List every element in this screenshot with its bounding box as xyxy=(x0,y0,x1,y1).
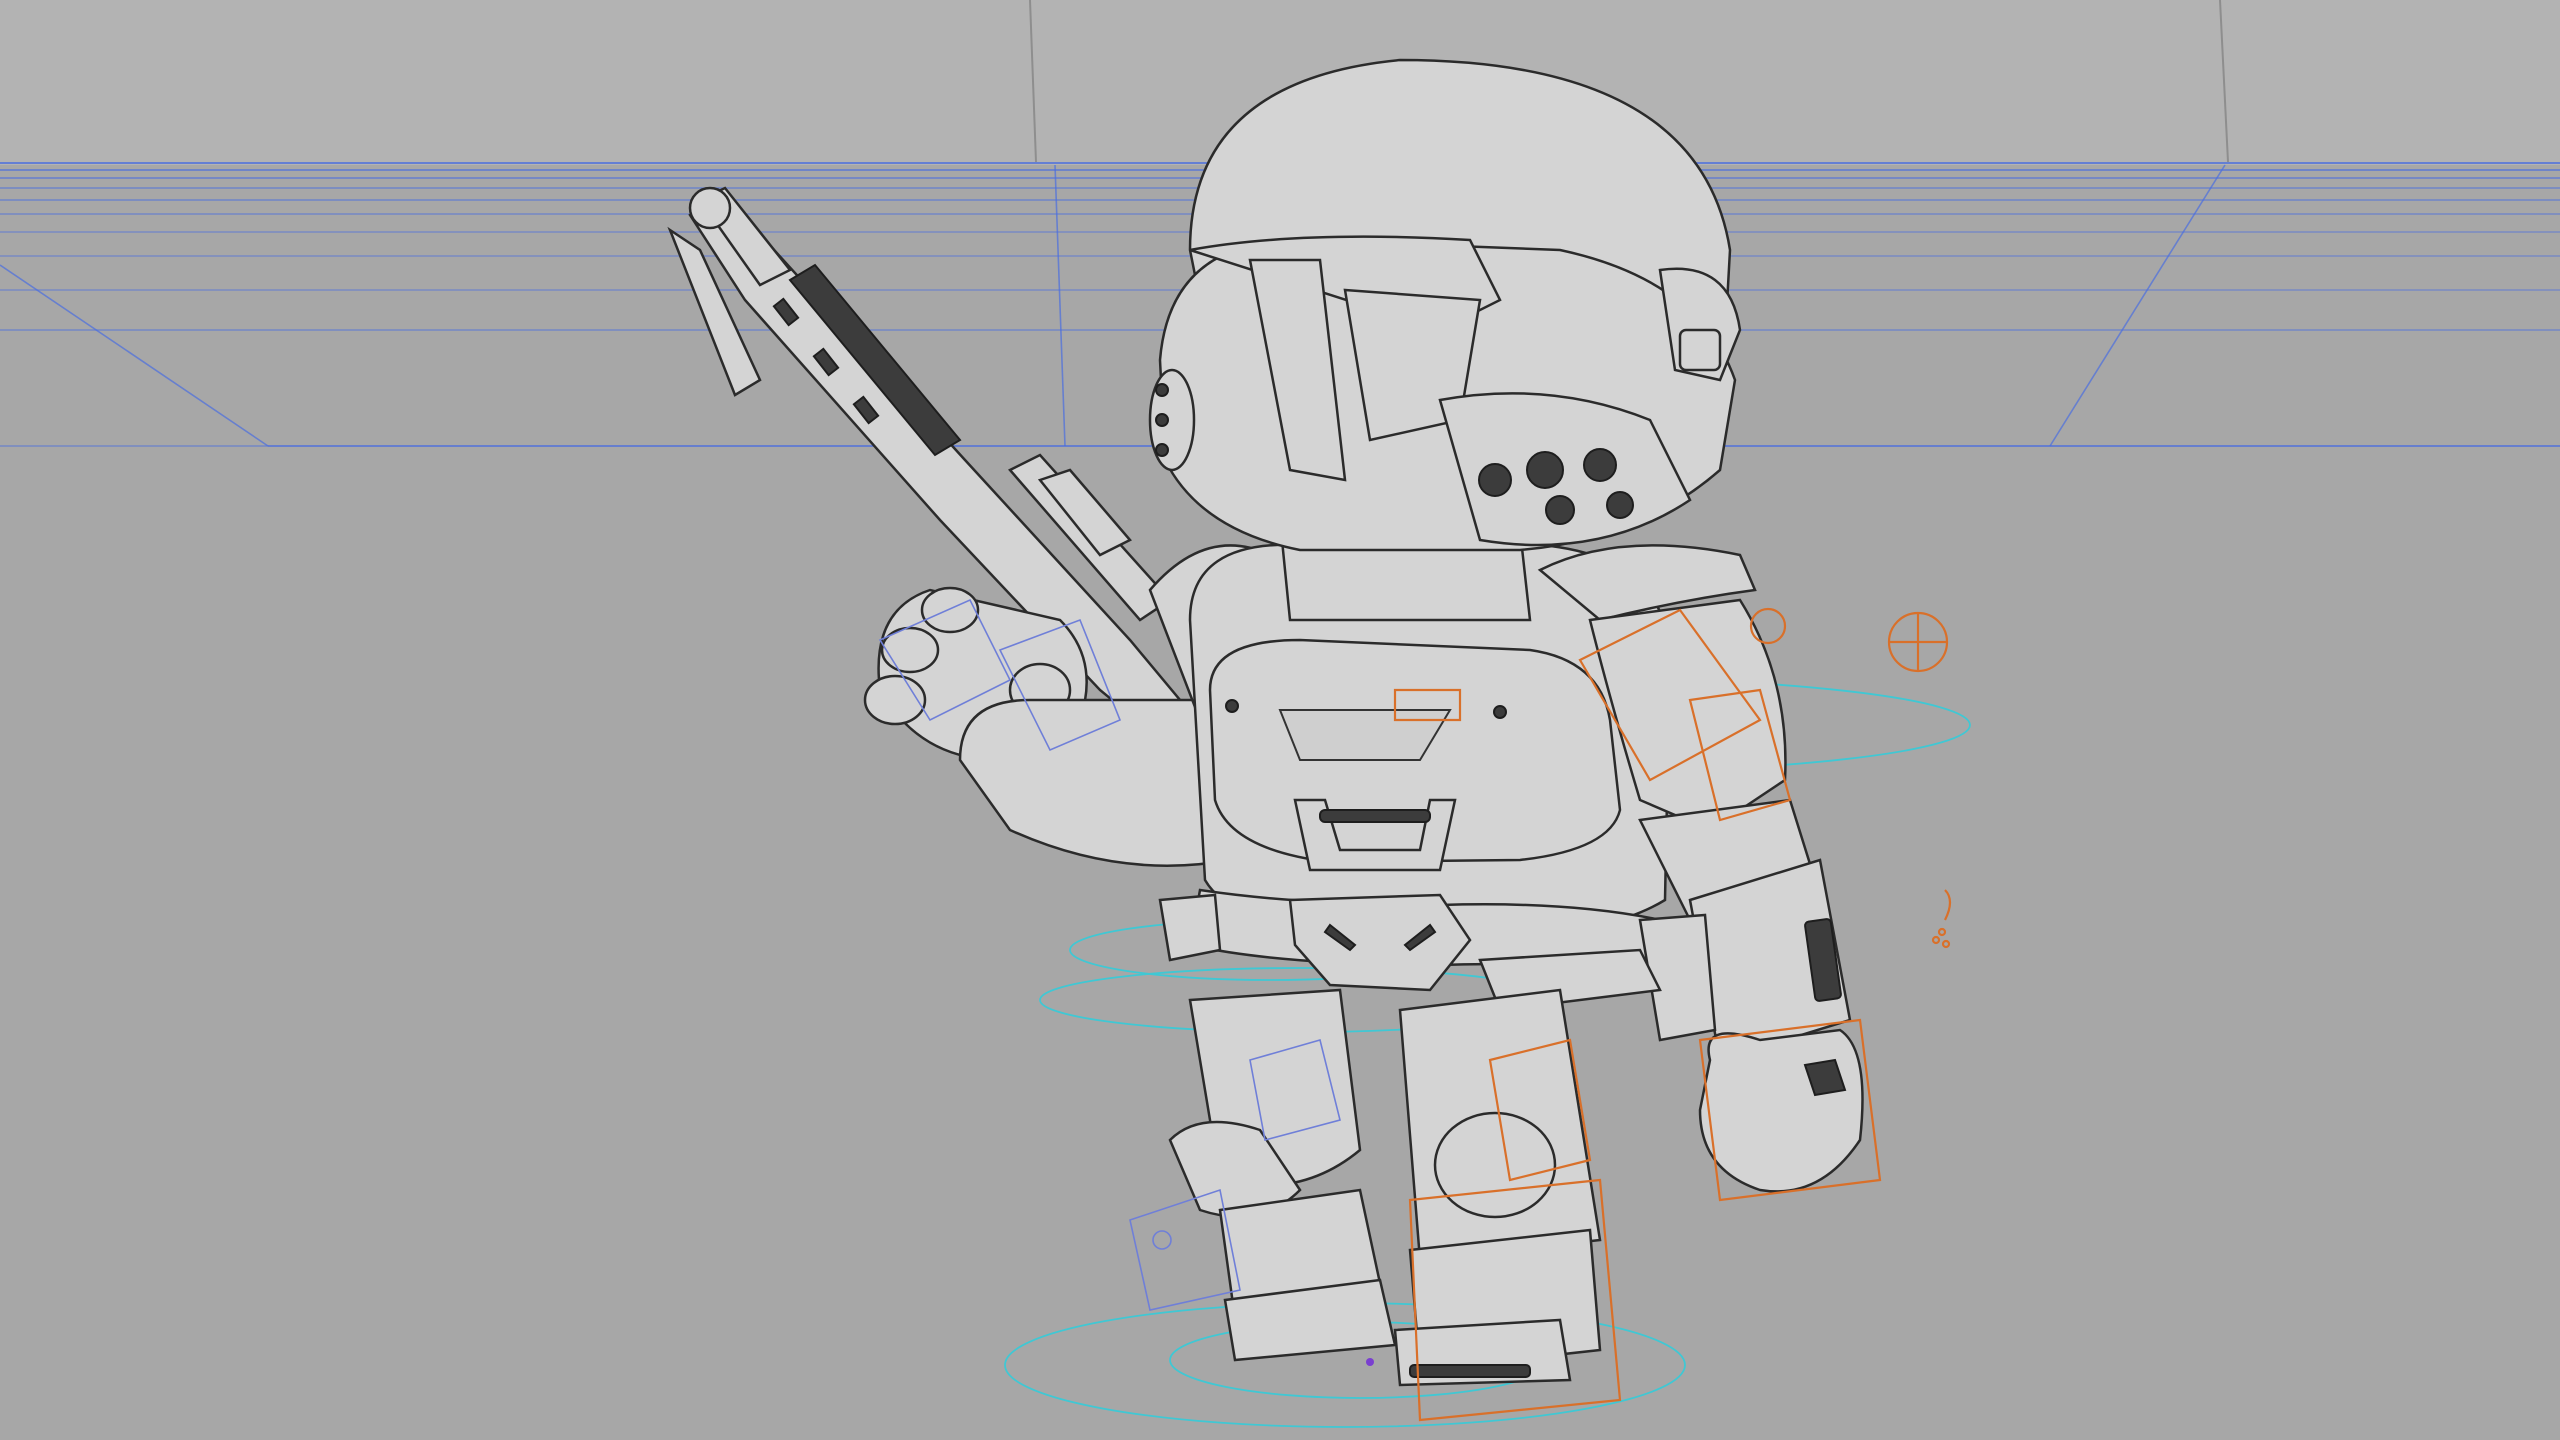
viewport-canvas[interactable] xyxy=(0,0,2560,1440)
right-hand[interactable] xyxy=(1698,1028,1864,1193)
root-control-point[interactable] xyxy=(1366,1358,1374,1366)
helmet[interactable] xyxy=(1148,58,1742,552)
chest-plate[interactable] xyxy=(1208,638,1622,872)
3d-viewport[interactable] xyxy=(0,0,2560,1440)
